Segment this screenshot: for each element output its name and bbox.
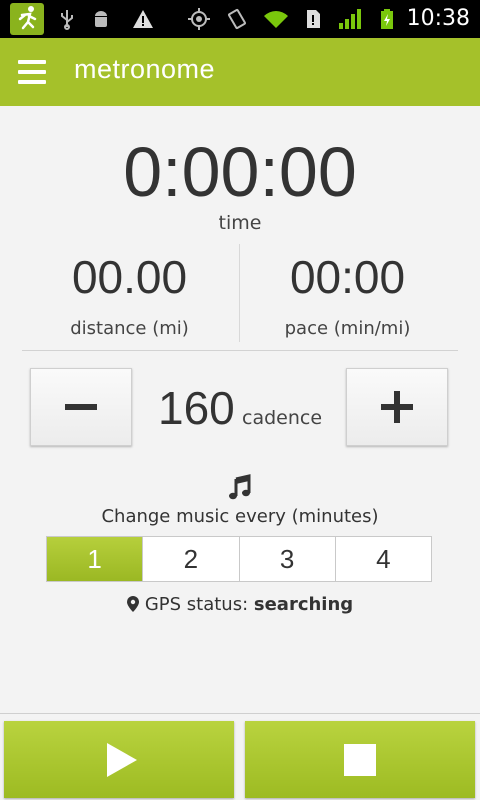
app-runner-icon (10, 3, 44, 35)
gps-status: GPS status: searching (0, 594, 480, 615)
cadence-value: 160 (158, 382, 235, 434)
signal-icon (338, 8, 364, 30)
minus-icon (65, 404, 97, 410)
interval-option-2[interactable]: 2 (143, 537, 240, 581)
increase-cadence-button[interactable] (346, 368, 448, 446)
bottom-divider (0, 713, 480, 714)
time-label: time (218, 212, 262, 234)
interval-option-3[interactable]: 3 (240, 537, 336, 581)
distance-value: 00.00 (71, 251, 188, 303)
warning-icon (132, 8, 154, 30)
pace-label: pace (min/mi) (284, 318, 411, 339)
music-interval-selector: 1 2 3 4 (46, 536, 432, 582)
section-divider (22, 350, 458, 351)
page-title: metronome (74, 54, 216, 84)
time-value: 0:00:00 (123, 133, 357, 211)
gps-icon (188, 8, 210, 30)
play-button[interactable] (4, 721, 234, 798)
status-time: 10:38 (406, 6, 470, 31)
rotation-icon (226, 8, 248, 30)
pace-stat: 00:00 pace (min/mi) (240, 250, 455, 339)
pace-value: 00:00 (289, 251, 406, 303)
play-icon (107, 742, 137, 777)
interval-option-1[interactable]: 1 (47, 537, 144, 581)
distance-label: distance (mi) (70, 318, 189, 339)
battery-charging-icon (376, 8, 398, 30)
music-interval-label: Change music every (minutes) (101, 506, 379, 527)
status-bar: 10:38 (0, 0, 480, 38)
stop-button[interactable] (245, 721, 475, 798)
android-debug-icon (90, 8, 112, 30)
gps-status-label: GPS status: (144, 594, 249, 615)
usb-icon (56, 8, 78, 30)
stop-icon (344, 743, 376, 776)
decrease-cadence-button[interactable] (30, 368, 132, 446)
menu-icon[interactable] (18, 60, 50, 86)
sim-icon (302, 8, 324, 30)
interval-option-4[interactable]: 4 (336, 537, 431, 581)
app-header: metronome (0, 38, 480, 106)
plus-icon (381, 391, 413, 423)
cadence-label: cadence (242, 407, 323, 429)
location-pin-icon (126, 596, 139, 612)
wifi-icon (262, 8, 290, 30)
gps-status-value: searching (253, 594, 354, 615)
distance-stat: 00.00 distance (mi) (22, 250, 237, 339)
music-note-icon (226, 474, 254, 502)
